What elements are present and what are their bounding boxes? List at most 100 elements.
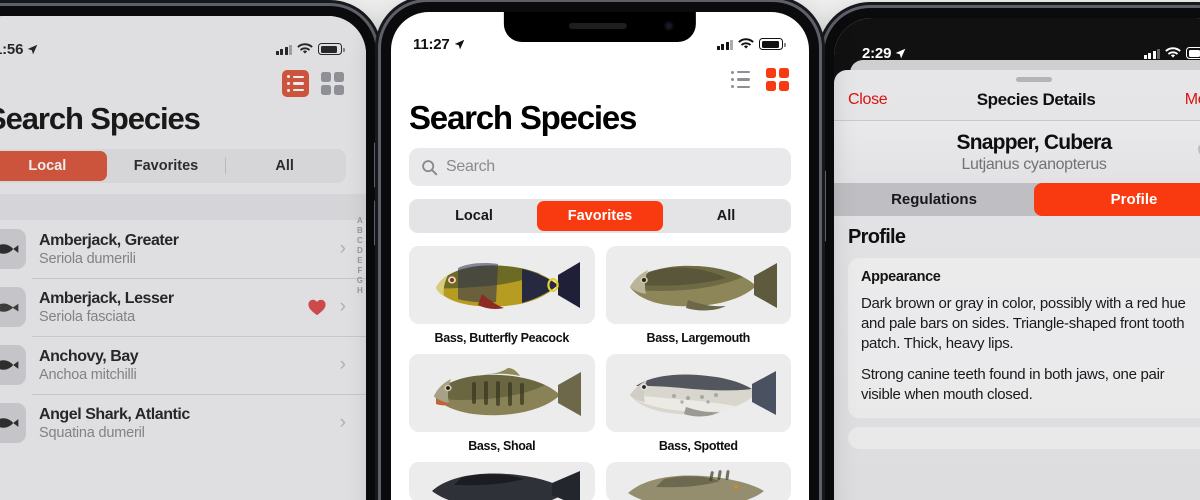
- segment-regulations[interactable]: Regulations: [834, 183, 1034, 216]
- alpha-index-letter[interactable]: E: [357, 256, 362, 265]
- fish-photo-spotted: [630, 371, 777, 417]
- list-item-text: Anchovy, Bay Anchoa mitchilli: [39, 348, 327, 383]
- species-scientific: Seriola fasciata: [39, 308, 135, 325]
- species-photo: [409, 354, 595, 432]
- alpha-index-letter[interactable]: C: [357, 236, 363, 245]
- status-time: 2:29: [862, 44, 892, 62]
- alpha-index-letter[interactable]: F: [357, 266, 362, 275]
- favorite-heart-icon[interactable]: [307, 298, 327, 316]
- appearance-paragraph: Strong canine teeth found in both jaws, …: [861, 365, 1165, 403]
- segment-all[interactable]: All: [225, 151, 344, 181]
- alpha-index-letter[interactable]: B: [357, 226, 363, 235]
- list-item-text: Amberjack, Lesser Seriola fasciata: [39, 290, 294, 325]
- segment-local[interactable]: Local: [0, 151, 107, 181]
- grid-view-icon[interactable]: [319, 70, 346, 97]
- left-phone-screen: 1:56: [0, 16, 366, 500]
- chevron-right-icon: ›: [339, 354, 346, 375]
- list-item-text: Angel Shark, Atlantic Squatina dumeril: [39, 406, 327, 441]
- right-status-bar: 2:29: [834, 18, 1200, 70]
- center-view-toggle: [727, 66, 791, 93]
- power-button[interactable]: [821, 170, 826, 242]
- species-scientific: Anchoa mitchilli: [39, 366, 137, 383]
- segment-favorites[interactable]: Favorites: [537, 201, 663, 231]
- chevron-right-icon: ›: [339, 412, 346, 433]
- fish-photo-butterfly-peacock: [435, 262, 580, 309]
- species-photo: [409, 462, 595, 500]
- alphabet-index[interactable]: A B C D E F G H: [357, 216, 363, 295]
- fish-icon: [0, 418, 19, 428]
- more-button[interactable]: More: [1185, 91, 1200, 109]
- right-status-left: 2:29: [862, 45, 906, 62]
- wifi-icon: [297, 43, 313, 54]
- species-card[interactable]: [409, 462, 595, 500]
- segment-favorites[interactable]: Favorites: [107, 151, 226, 181]
- battery-icon: [318, 43, 345, 55]
- species-card[interactable]: Bass, Shoal: [409, 354, 595, 453]
- left-header-area: Search Species Local Favorites All: [0, 66, 366, 183]
- volume-up-button[interactable]: [374, 142, 379, 188]
- search-placeholder: Search: [446, 158, 495, 175]
- alpha-index-letter[interactable]: D: [357, 246, 363, 255]
- fish-thumbnail: [0, 345, 26, 385]
- right-phone-screen: 2:29 Close Species Details M Snapper, Cu…: [834, 18, 1200, 500]
- center-phone-app: 11:27 Search Species Search Local Favori…: [391, 12, 809, 500]
- profile-scroll-area[interactable]: Profile Appearance Dark brown or gray in…: [834, 216, 1200, 500]
- page-title: Search Species: [409, 99, 637, 136]
- favorite-heart-icon[interactable]: [1196, 142, 1200, 163]
- center-view-toggle-row: [409, 60, 791, 93]
- species-name: Snapper, Cubera: [956, 131, 1113, 154]
- alpha-index-letter[interactable]: G: [357, 276, 363, 285]
- species-photo: [605, 246, 791, 324]
- center-phone-screen: 11:27 Search Species Search Local Favori…: [391, 12, 809, 500]
- alpha-index-letter[interactable]: H: [357, 286, 363, 295]
- center-status-right: [716, 38, 786, 50]
- location-arrow-icon: [895, 48, 906, 58]
- species-list: Amberjack, Greater Seriola dumerili › Am…: [0, 220, 366, 452]
- species-card[interactable]: Bass, Butterfly Peacock: [409, 246, 595, 345]
- center-phone-bezel: 11:27 Search Species Search Local Favori…: [381, 2, 819, 500]
- battery-icon: [1186, 47, 1200, 59]
- species-name: Anchovy, Bay: [39, 347, 139, 365]
- segment-profile[interactable]: Profile: [1034, 183, 1200, 216]
- right-status-right: [1143, 47, 1200, 59]
- fish-photo-shoal: [433, 368, 581, 416]
- right-phone-bezel: 2:29 Close Species Details M Snapper, Cu…: [824, 8, 1200, 500]
- segment-local[interactable]: Local: [411, 201, 537, 231]
- species-card-caption: Bass, Largemouth: [646, 331, 751, 345]
- close-button[interactable]: Close: [848, 91, 888, 109]
- species-card[interactable]: [605, 462, 791, 500]
- appearance-paragraph: Dark brown or gray in color, possibly wi…: [861, 295, 1186, 352]
- fish-photo-largemouth: [630, 263, 778, 311]
- species-card[interactable]: Bass, Spotted: [605, 354, 791, 453]
- species-card-caption: Bass, Butterfly Peacock: [434, 331, 570, 345]
- species-name: Amberjack, Greater: [39, 231, 179, 249]
- list-item[interactable]: Anchovy, Bay Anchoa mitchilli ›: [0, 336, 366, 394]
- status-time: 1:56: [0, 40, 24, 58]
- sheet-title: Species Details: [976, 90, 1096, 109]
- left-phone-device: 1:56: [0, 6, 376, 500]
- volume-down-button[interactable]: [374, 200, 379, 246]
- species-card[interactable]: Bass, Largemouth: [605, 246, 791, 345]
- center-status-left: 11:27: [413, 36, 465, 53]
- status-time: 11:27: [413, 35, 450, 53]
- segment-all[interactable]: All: [663, 201, 789, 231]
- screenshot-stage: 1:56: [0, 0, 1200, 500]
- list-view-icon[interactable]: [727, 66, 754, 93]
- list-view-icon[interactable]: [282, 70, 309, 97]
- right-phone-app: 2:29 Close Species Details M Snapper, Cu…: [834, 18, 1200, 500]
- appearance-card: Appearance Dark brown or gray in color, …: [848, 258, 1200, 418]
- search-icon: [422, 159, 438, 175]
- grid-view-icon[interactable]: [764, 66, 791, 93]
- species-photo: [409, 246, 595, 324]
- list-item[interactable]: Amberjack, Greater Seriola dumerili ›: [0, 220, 366, 278]
- wifi-icon: [1165, 47, 1181, 58]
- left-view-toggle: [282, 70, 346, 97]
- search-input[interactable]: Search: [409, 148, 791, 186]
- alpha-index-letter[interactable]: A: [357, 216, 363, 225]
- fish-icon: [0, 303, 19, 312]
- list-item[interactable]: Angel Shark, Atlantic Squatina dumeril ›: [0, 394, 366, 452]
- list-item[interactable]: Amberjack, Lesser Seriola fasciata ›: [0, 278, 366, 336]
- page-title: Search Species: [0, 101, 201, 136]
- fish-photo-partial-left: [431, 471, 580, 500]
- species-scientific: Seriola dumerili: [39, 250, 136, 267]
